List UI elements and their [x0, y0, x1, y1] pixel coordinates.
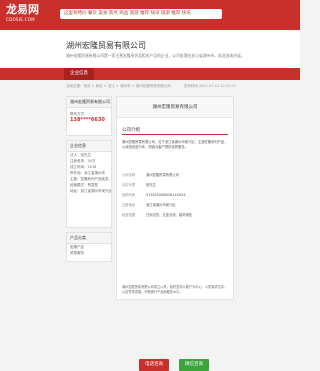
product-title: 产品分类: [67, 233, 111, 244]
field-key: 信用代码: [122, 193, 136, 197]
field-row: 注册地址 浙江省湖州市吴兴区: [122, 203, 230, 208]
company-header: 湖州宏隆贸易有限公司 湖州宏隆贸易有限公司是一家主营宏隆系列及相关产品的企业，公…: [0, 30, 300, 68]
field-value: 湖州宏隆贸易有限公司: [146, 173, 179, 177]
field-row: 信用代码 91330500MA2B1XXXXX: [122, 193, 230, 198]
main-banner-title: 湖州宏隆贸易有限公司: [152, 105, 198, 110]
sidebar-company-name: 湖州宏隆贸易有限公司: [67, 97, 111, 108]
field-key: 法定代表: [122, 183, 136, 187]
company-body-text: 湖州宏隆贸易有限公司成立以来，始终坚持以客户为中心，以质量求生存，以信誉求发展，…: [122, 285, 228, 294]
field-key: 经营范围: [122, 213, 136, 217]
top-search-bar[interactable]: 这里有特价 餐饮 美食 景点 商品 旅游 推荐 快讯 旅游 推荐 快讯: [60, 9, 222, 19]
company-description: 湖州宏隆贸易有限公司是一家主营宏隆系列及相关产品的企业，公司坐落在浙江省湖州市，…: [66, 53, 245, 58]
sidebar-contact-card: 湖州宏隆贸易有限公司 联系方式 138****6630: [66, 96, 112, 136]
company-title: 湖州宏隆贸易有限公司: [66, 41, 146, 50]
field-value: 浙江省湖州市吴兴区: [146, 203, 176, 207]
sidebar-product-card: 产品分类 宏隆产品 贸易服务: [66, 232, 112, 262]
site-logo[interactable]: 龙易网 CDOSIE.COM: [6, 4, 39, 25]
field-value: 91330500MA2B1XXXXX: [146, 193, 186, 197]
field-key: 公司名称: [122, 173, 136, 177]
phone-consult-button[interactable]: 电话咨询: [139, 359, 169, 371]
navigation-bar: 企业信息: [0, 68, 300, 80]
update-time: 发布时间 2021-07-14 12:57:07: [183, 84, 236, 88]
field-key: 注册地址: [122, 203, 136, 207]
section-title: 公司介绍: [122, 128, 140, 133]
contact-phone[interactable]: 138****6630: [67, 117, 111, 123]
field-value: 张先生: [146, 183, 156, 187]
field-row: 经营范围 日用百货、五金交电、建材销售: [122, 213, 230, 218]
info-title: 企业信息: [67, 141, 111, 152]
top-header-bar: 龙易网 CDOSIE.COM 这里有特价 餐饮 美食 景点 商品 旅游 推荐 快…: [0, 0, 300, 30]
info-line: 地址：浙江省湖州市吴兴区: [70, 189, 111, 193]
field-row: 法定代表 张先生: [122, 183, 230, 188]
sidebar-info-card: 企业信息 法人：张先生 注册资本：50万 成立时间：2016 所在地：浙江省湖州…: [66, 140, 112, 228]
section-divider: [122, 134, 228, 135]
site-logo-subtext: CDOSIE.COM: [6, 17, 35, 22]
field-row: 公司名称 湖州宏隆贸易有限公司: [122, 173, 230, 178]
product-item[interactable]: 贸易服务: [67, 250, 111, 256]
main-content-card: 湖州宏隆贸易有限公司 公司介绍 湖州宏隆贸易有限公司，位于浙江省湖州市吴兴区，主…: [116, 96, 234, 371]
wechat-consult-button[interactable]: 微信咨询: [179, 359, 209, 371]
nav-item-company-info[interactable]: 企业信息: [64, 68, 94, 80]
field-value: 日用百货、五金交电、建材销售: [146, 213, 193, 217]
company-intro: 湖州宏隆贸易有限公司，位于浙江省湖州市吴兴区，主营宏隆系列产品，以诚信经营为本，…: [122, 140, 228, 149]
main-banner: 湖州宏隆贸易有限公司: [117, 97, 233, 118]
